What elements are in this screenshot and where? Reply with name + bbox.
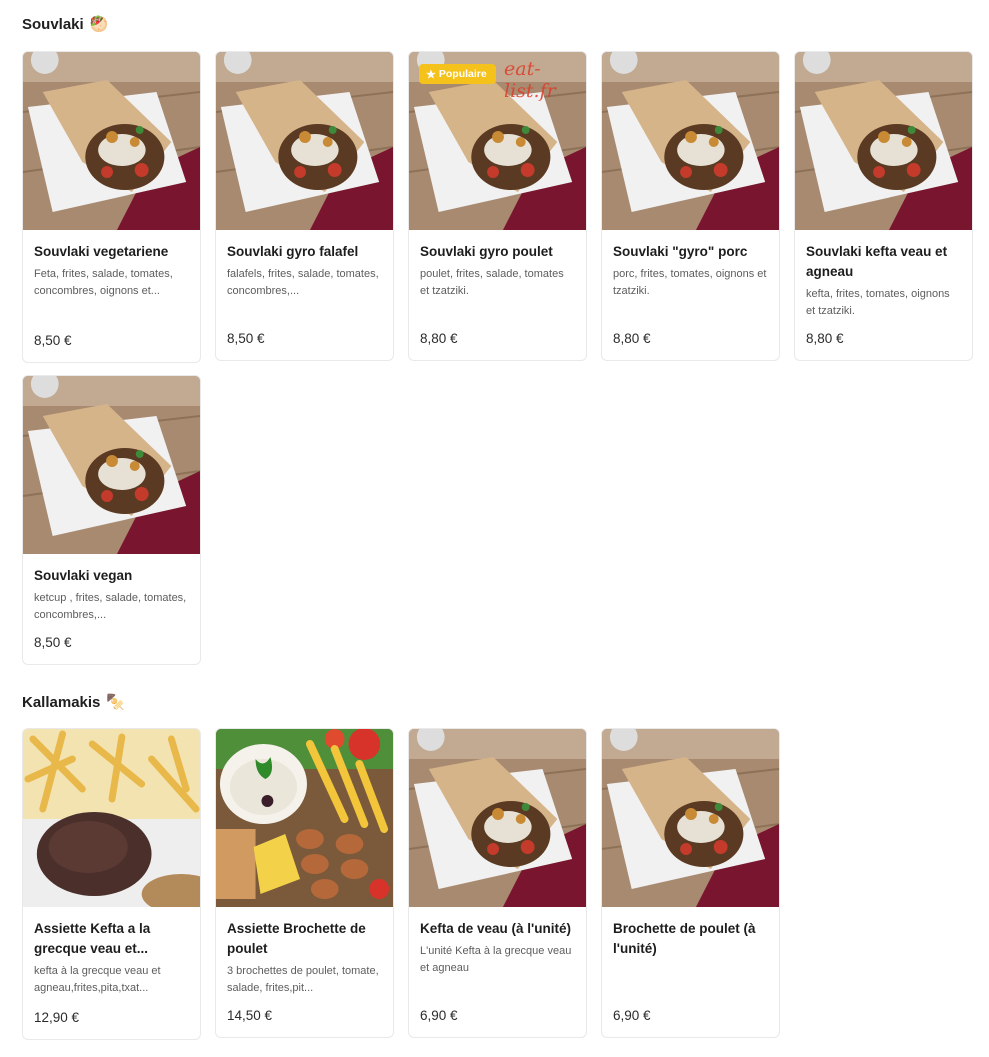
item-name: Souvlaki "gyro" porc <box>613 244 748 259</box>
item-price: 8,80 € <box>806 331 844 346</box>
souvlaki-photo <box>602 52 779 230</box>
item-name: Souvlaki vegetariene <box>34 244 169 259</box>
item-name: Souvlaki vegan <box>34 568 133 583</box>
menu-item-card[interactable]: ★ Populaire eat-list.fr Souvlaki gyro po… <box>408 51 587 361</box>
item-description: porc, frites, tomates, oignons et tzatzi… <box>613 268 767 297</box>
item-name: Brochette de poulet (à l'unité) <box>613 921 756 956</box>
watermark-logo: eat-list.fr <box>504 58 556 102</box>
section-title-kallamakis: Kallamakis 🍢 <box>22 694 125 711</box>
item-name: Assiette Kefta a la grecque veau et... <box>34 921 151 956</box>
item-price: 8,50 € <box>34 635 72 650</box>
item-price: 14,50 € <box>227 1008 273 1023</box>
item-name: Souvlaki gyro falafel <box>227 244 359 259</box>
menu-item-card[interactable]: Assiette Kefta a la grecque veau et... k… <box>22 728 201 1040</box>
item-name: Souvlaki kefta veau et agneau <box>806 244 948 279</box>
section-title-text: Kallamakis <box>22 694 101 711</box>
item-price: 8,50 € <box>227 331 265 346</box>
souvlaki-photo <box>23 52 200 230</box>
menu-item-card[interactable]: Souvlaki "gyro" porc porc, frites, tomat… <box>601 51 780 361</box>
badge-label: Populaire <box>438 68 487 80</box>
souvlaki-photo <box>216 52 393 230</box>
section-title-text: Souvlaki <box>22 16 84 33</box>
menu-item-card[interactable]: Assiette Brochette de poulet 3 brochette… <box>215 728 394 1038</box>
item-description: L'unité Kefta à la grecque veau et agnea… <box>420 945 572 974</box>
menu-item-card[interactable]: Souvlaki vegetariene Feta, frites, salad… <box>22 51 201 363</box>
souvlaki-photo <box>602 729 779 907</box>
menu-item-card[interactable]: Kefta de veau (à l'unité) L'unité Kefta … <box>408 728 587 1038</box>
item-description: kefta, frites, tomates, oignons et tzatz… <box>806 288 950 317</box>
skewer-emoji-icon: 🍢 <box>106 694 126 711</box>
item-description: falafels, frites, salade, tomates, conco… <box>227 268 379 297</box>
popular-badge: ★ Populaire <box>419 64 496 84</box>
item-description: kefta à la grecque veau et agneau,frites… <box>34 965 161 994</box>
kefta-plate-photo <box>23 729 200 907</box>
star-icon: ★ <box>426 68 436 81</box>
souvlaki-photo <box>409 729 586 907</box>
item-description: 3 brochettes de poulet, tomate, salade, … <box>227 965 379 994</box>
menu-item-card[interactable]: Souvlaki kefta veau et agneau kefta, fri… <box>794 51 973 361</box>
item-description: poulet, frites, salade, tomates et tzatz… <box>420 268 564 297</box>
item-price: 8,80 € <box>420 331 458 346</box>
brochette-plate-photo <box>216 729 393 907</box>
souvlaki-photo <box>795 52 972 230</box>
section-title-souvlaki: Souvlaki 🥙 <box>22 16 108 33</box>
item-name: Souvlaki gyro poulet <box>420 244 553 259</box>
souvlaki-emoji-icon: 🥙 <box>89 16 109 33</box>
menu-item-card[interactable]: Brochette de poulet (à l'unité) 6,90 € <box>601 728 780 1038</box>
item-price: 6,90 € <box>613 1008 651 1023</box>
item-price: 6,90 € <box>420 1008 458 1023</box>
souvlaki-photo: ★ Populaire eat-list.fr <box>409 52 586 230</box>
souvlaki-photo <box>23 376 200 554</box>
item-name: Assiette Brochette de poulet <box>227 921 366 956</box>
menu-item-card[interactable]: Souvlaki vegan ketcup , frites, salade, … <box>22 375 201 665</box>
item-price: 8,80 € <box>613 331 651 346</box>
menu-item-card[interactable]: Souvlaki gyro falafel falafels, frites, … <box>215 51 394 361</box>
item-price: 12,90 € <box>34 1010 80 1025</box>
item-description: ketcup , frites, salade, tomates, concom… <box>34 592 187 621</box>
item-price: 8,50 € <box>34 333 72 348</box>
item-description: Feta, frites, salade, tomates, concombre… <box>34 268 173 297</box>
item-name: Kefta de veau (à l'unité) <box>420 921 571 936</box>
